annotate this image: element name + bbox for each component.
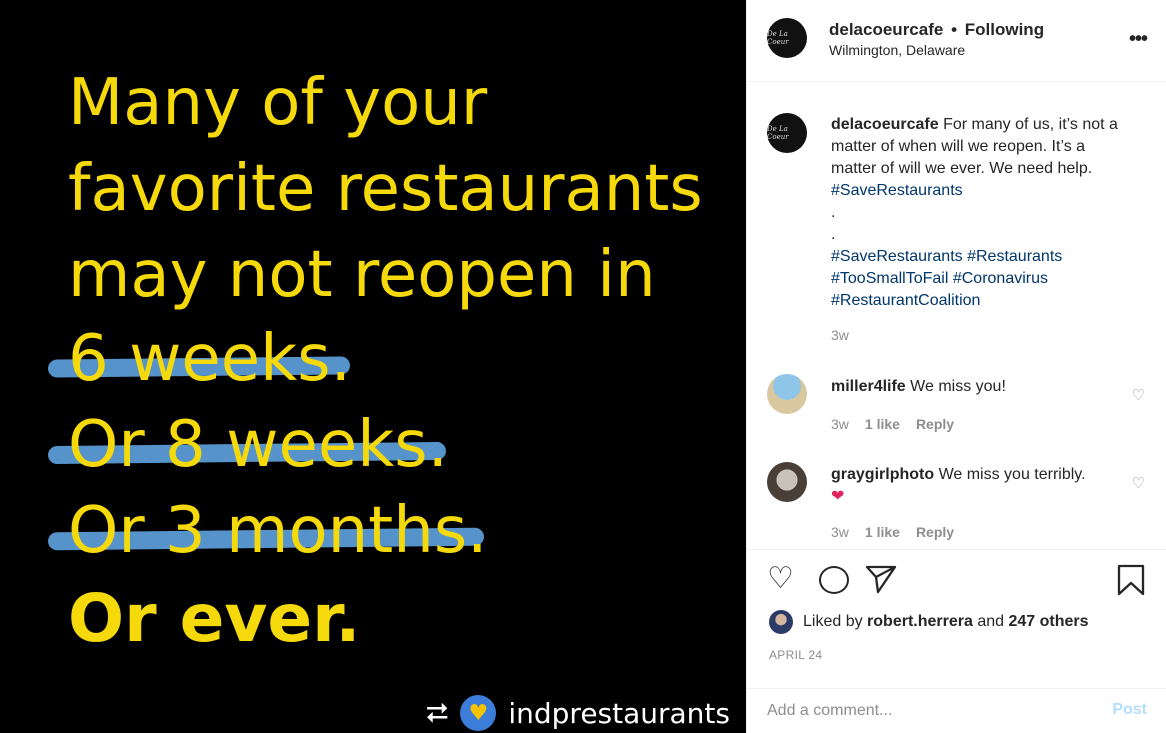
repost-attribution: ⮂ ♥ indprestaurants — [426, 693, 730, 733]
red-heart-emoji: ❤ — [831, 488, 845, 505]
comment-text: graygirlphoto We miss you terribly. ❤ — [831, 464, 1101, 508]
liked-prefix: Liked by — [803, 613, 863, 630]
poster-line-2: favorite restaurants — [68, 152, 703, 226]
like-heart-icon[interactable]: ♡ — [767, 564, 794, 594]
heart-icon[interactable]: ♡ — [1132, 386, 1145, 404]
liked-by-text: Liked by robert.herrera and 247 others — [803, 613, 1089, 631]
hashtag-link[interactable]: #RestaurantCoalition — [831, 292, 980, 309]
comment-body: We miss you terribly. — [938, 466, 1086, 483]
avatar[interactable] — [767, 374, 807, 414]
caption-dot: . — [831, 204, 836, 221]
heart-icon[interactable]: ♡ — [1132, 474, 1145, 492]
liked-others[interactable]: 247 others — [1008, 613, 1088, 630]
paper-plane-icon — [865, 565, 897, 594]
caption-timestamp[interactable]: 3w — [831, 327, 849, 343]
struck-line-text: Or 8 weeks. — [68, 408, 448, 482]
comment-meta: 3w 1 like Reply — [831, 416, 954, 432]
post-side-panel: De La Coeur delacoeurcafe • Following Wi… — [746, 0, 1166, 733]
add-comment-bar: Post — [747, 688, 1166, 733]
following-button[interactable]: Following — [965, 20, 1044, 39]
caption-text: delacoeurcafe For many of us, it’s not a… — [831, 114, 1131, 312]
liked-by: Liked by robert.herrera and 247 others — [769, 610, 1089, 634]
comment-meta: 3w 1 like Reply — [831, 524, 954, 540]
post-image[interactable]: Many of your favorite restaurants may no… — [0, 0, 746, 733]
bookmark-icon[interactable] — [1117, 564, 1145, 602]
avatar-logo-text: De La Coeur — [767, 125, 789, 141]
comment-likes[interactable]: 1 like — [865, 524, 900, 540]
heart-circle-icon: ♥ — [460, 695, 497, 731]
caption-username[interactable]: delacoeurcafe — [831, 116, 939, 133]
repost-icon: ⮂ — [425, 696, 449, 729]
post-button[interactable]: Post — [1112, 701, 1147, 719]
reply-button[interactable]: Reply — [916, 524, 954, 540]
liked-and: and — [977, 613, 1005, 630]
comment-timestamp[interactable]: 3w — [831, 416, 849, 432]
hashtag-link[interactable]: #TooSmallToFail — [831, 270, 948, 287]
struck-line-text: 6 weeks. — [68, 322, 351, 396]
poster-line-1: Many of your — [68, 66, 488, 140]
poster-line-3: may not reopen in — [68, 238, 656, 312]
separator-dot: • — [951, 20, 958, 39]
header-username[interactable]: delacoeurcafe — [829, 20, 943, 39]
hashtag-link[interactable]: #SaveRestaurants — [831, 248, 963, 265]
comment-icon[interactable] — [819, 566, 849, 594]
reply-button[interactable]: Reply — [916, 416, 954, 432]
comment-username[interactable]: miller4life — [831, 378, 906, 395]
struck-line-text: Or 3 months. — [68, 494, 488, 568]
comment-text: miller4life We miss you! — [831, 376, 1101, 398]
caption-dot: . — [831, 226, 836, 243]
hashtag-link[interactable]: #SaveRestaurants — [831, 182, 963, 199]
poster-final-line: Or ever. — [68, 580, 361, 657]
avatar[interactable] — [767, 462, 807, 502]
liked-user[interactable]: robert.herrera — [867, 613, 973, 630]
repost-handle: indprestaurants — [508, 696, 730, 730]
comment-input[interactable] — [767, 699, 1067, 723]
location-link[interactable]: Wilmington, Delaware — [829, 42, 965, 58]
more-options-icon[interactable]: ••• — [1129, 28, 1148, 51]
comment-likes[interactable]: 1 like — [865, 416, 900, 432]
comment-username[interactable]: graygirlphoto — [831, 466, 934, 483]
comment-body: We miss you! — [910, 378, 1006, 395]
hashtag-link[interactable]: #Coronavirus — [953, 270, 1048, 287]
avatar-logo-text: De La Coeur — [767, 30, 789, 46]
avatar[interactable]: De La Coeur — [767, 113, 807, 153]
hashtag-link[interactable]: #Restaurants — [967, 248, 1062, 265]
post-header: De La Coeur delacoeurcafe • Following Wi… — [747, 0, 1166, 82]
header-username-row: delacoeurcafe • Following — [829, 20, 1044, 40]
avatar[interactable] — [769, 610, 793, 634]
post-date[interactable]: APRIL 24 — [769, 648, 822, 662]
comment-timestamp[interactable]: 3w — [831, 524, 849, 540]
bookmark-shape — [1117, 564, 1145, 596]
avatar[interactable]: De La Coeur — [767, 18, 807, 58]
share-icon[interactable] — [865, 564, 897, 600]
